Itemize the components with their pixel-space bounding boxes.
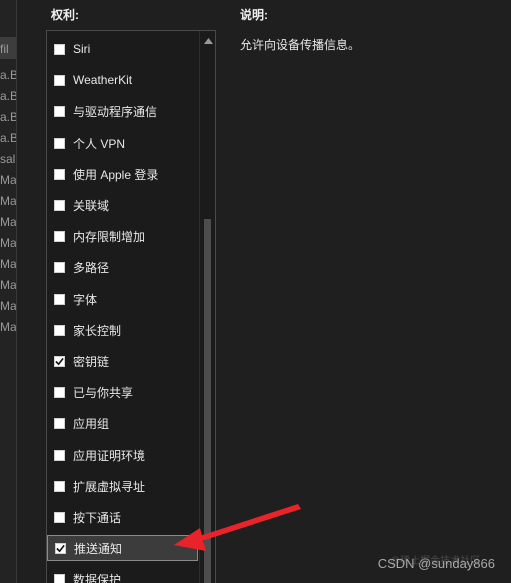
left-panel-fragment: a.B — [0, 68, 17, 82]
entitlement-label: 应用组 — [73, 416, 110, 431]
checkmark-icon — [56, 544, 65, 552]
entitlement-label: 密钥链 — [73, 354, 110, 369]
entitlement-label: 推送通知 — [74, 541, 123, 556]
entitlement-item[interactable]: 与驱动程序通信 — [47, 98, 198, 124]
description-text: 允许向设备传播信息。 — [240, 38, 361, 52]
checkbox[interactable] — [54, 417, 65, 429]
left-panel-fragment: Ma — [0, 278, 17, 292]
entitlement-label: 与驱动程序通信 — [73, 104, 158, 119]
left-panel-fragment: Ma — [0, 194, 17, 208]
left-panel-fragment: fil — [0, 42, 9, 56]
entitlement-label: 使用 Apple 登录 — [73, 167, 159, 182]
left-panel-fragment: Ma — [0, 299, 17, 313]
left-panel-fragment: Ma — [0, 257, 17, 271]
entitlement-item[interactable]: 内存限制增加 — [47, 223, 198, 249]
left-panel: fil a.B a.B a.B a.B sal Ma Ma Ma Ma Ma M… — [0, 0, 17, 583]
entitlement-label: 个人 VPN — [73, 136, 126, 151]
checkbox[interactable] — [54, 105, 65, 117]
entitlement-item[interactable]: 个人 VPN — [47, 130, 198, 156]
scroll-up-arrow-icon[interactable] — [200, 34, 215, 48]
checkbox[interactable] — [54, 480, 65, 492]
left-panel-fragment: Ma — [0, 236, 17, 250]
checkbox[interactable] — [54, 230, 65, 242]
entitlement-item[interactable]: 家长控制 — [47, 317, 198, 343]
entitlement-label: Siri — [73, 42, 91, 56]
entitlement-item[interactable]: 多路径 — [47, 254, 198, 280]
checkbox-checked[interactable] — [55, 542, 66, 554]
entitlement-item[interactable]: 已与你共享 — [47, 379, 198, 405]
entitlement-label: 扩展虚拟寻址 — [73, 479, 146, 494]
left-panel-fragment: Ma — [0, 173, 17, 187]
checkbox[interactable] — [54, 324, 65, 336]
entitlement-label: 按下通话 — [73, 510, 122, 525]
checkbox-checked[interactable] — [54, 355, 65, 367]
entitlement-label: 应用证明环境 — [73, 448, 146, 463]
entitlement-item[interactable]: 使用 Apple 登录 — [47, 161, 198, 187]
checkbox[interactable] — [54, 43, 65, 55]
entitlement-item[interactable]: 密钥链 — [47, 348, 198, 374]
entitlements-header: 权利: — [51, 8, 79, 22]
checkbox[interactable] — [54, 573, 65, 583]
checkbox[interactable] — [54, 449, 65, 461]
checkmark-icon — [55, 357, 64, 365]
red-arrow-annotation — [174, 504, 301, 551]
left-panel-fragment: a.B — [0, 89, 17, 103]
left-panel-fragment: a.B — [0, 110, 17, 124]
description-header: 说明: — [240, 8, 268, 22]
entitlement-label: 数据保护 — [73, 572, 122, 583]
watermark: CSDN @sunday866 — [377, 556, 495, 571]
entitlement-item[interactable]: 字体 — [47, 286, 198, 312]
entitlement-label: 家长控制 — [73, 323, 122, 338]
checkbox[interactable] — [54, 261, 65, 273]
checkbox[interactable] — [54, 293, 65, 305]
entitlement-item[interactable]: 应用组 — [47, 410, 198, 436]
checkbox[interactable] — [54, 137, 65, 149]
entitlement-item[interactable]: Siri — [47, 36, 198, 62]
entitlement-item[interactable]: 应用证明环境 — [47, 442, 198, 468]
left-panel-fragment: Ma — [0, 215, 17, 229]
entitlement-item[interactable]: 数据保护 — [47, 566, 198, 583]
checkbox[interactable] — [54, 74, 65, 86]
checkbox[interactable] — [54, 386, 65, 398]
left-panel-fragment: a.B — [0, 131, 17, 145]
entitlement-label: WeatherKit — [73, 73, 133, 87]
entitlement-item[interactable]: 关联域 — [47, 192, 198, 218]
left-panel-fragment: Ma — [0, 320, 17, 334]
entitlement-item[interactable]: WeatherKit — [47, 67, 198, 93]
entitlement-label: 内存限制增加 — [73, 229, 146, 244]
left-panel-fragment: sal — [0, 152, 16, 166]
checkbox[interactable] — [54, 168, 65, 180]
checkbox[interactable] — [54, 511, 65, 523]
checkbox[interactable] — [54, 199, 65, 211]
entitlement-label: 多路径 — [73, 260, 110, 275]
entitlement-label: 已与你共享 — [73, 385, 134, 400]
entitlement-label: 字体 — [73, 292, 98, 307]
entitlement-label: 关联域 — [73, 198, 110, 213]
